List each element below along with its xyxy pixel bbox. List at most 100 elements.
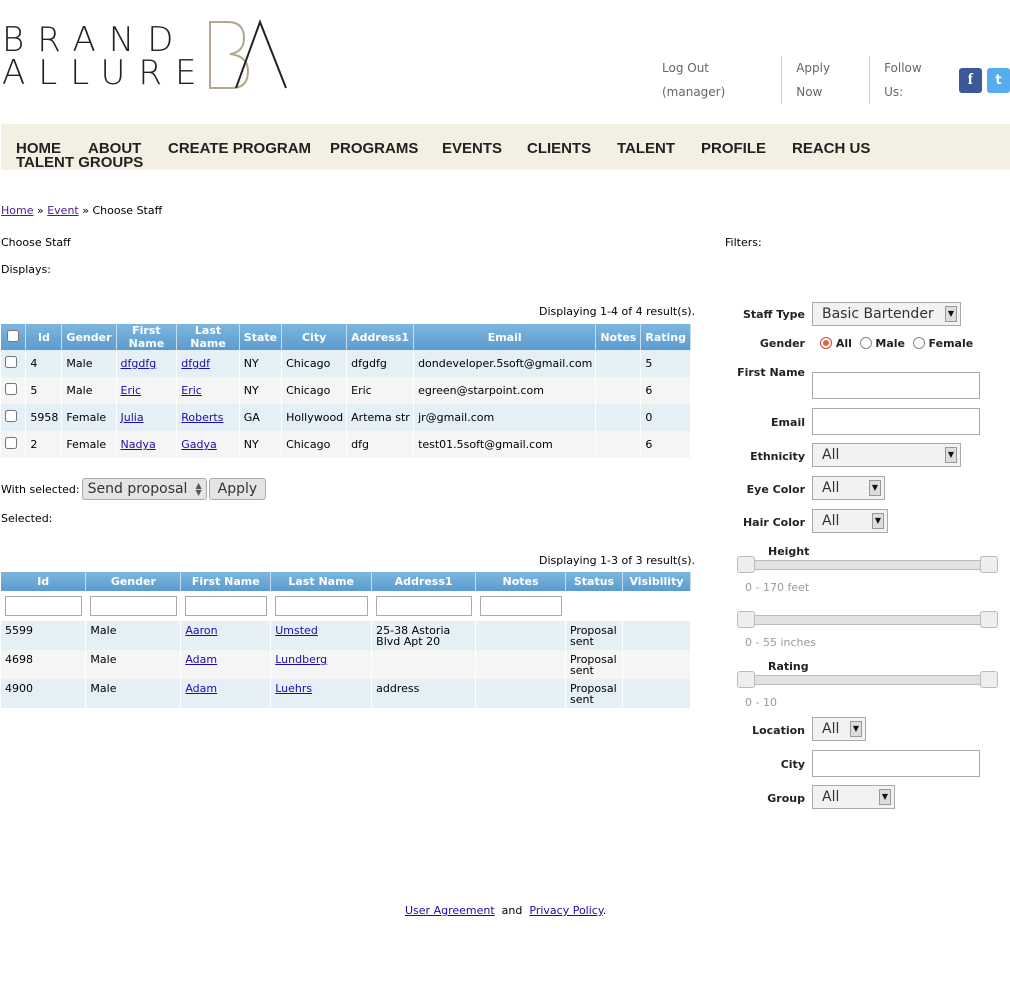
nav-talent-groups[interactable]: TALENT GROUPS — [16, 154, 143, 171]
last-name-link[interactable]: Gadya — [181, 438, 217, 451]
filter-notes-input[interactable] — [480, 596, 562, 616]
col-email[interactable]: Email — [413, 324, 597, 350]
nav-programs[interactable]: PROGRAMS — [330, 140, 418, 157]
first-name-link[interactable]: Nadya — [121, 438, 156, 451]
col-gender[interactable]: Gender — [61, 324, 117, 350]
col-notes[interactable]: Notes — [595, 324, 642, 350]
breadcrumb-home[interactable]: Home — [1, 204, 33, 217]
cell-gender: Male — [61, 350, 117, 377]
row-checkbox[interactable] — [5, 383, 17, 395]
facebook-icon[interactable]: f — [958, 67, 982, 93]
slider-handle-max[interactable] — [980, 611, 998, 628]
row-checkbox[interactable] — [5, 437, 17, 449]
bulk-action-select[interactable]: Send proposal ▲ ▼ — [81, 478, 207, 500]
last-name-link[interactable]: Luehrs — [275, 682, 312, 695]
nav-create-program[interactable]: CREATE PROGRAM — [168, 140, 311, 157]
last-name-link[interactable]: dfgdf — [181, 357, 210, 370]
hair-color-select[interactable]: All ▼ — [812, 509, 888, 533]
col-id[interactable]: Id — [25, 324, 63, 350]
last-name-link[interactable]: Lundberg — [275, 653, 327, 666]
cell-city: Chicago — [281, 350, 348, 377]
row-checkbox[interactable] — [5, 356, 17, 368]
filter-address-input[interactable] — [376, 596, 473, 616]
col-address1[interactable]: Address1 — [346, 324, 415, 350]
col-address1[interactable]: Address1 — [371, 572, 477, 591]
logout-link[interactable]: Log Out (manager) — [648, 56, 783, 104]
user-agreement-link[interactable]: User Agreement — [405, 904, 495, 917]
apply-now-link[interactable]: Apply Now — [782, 56, 871, 104]
cell-notes — [475, 621, 566, 650]
height-inches-slider[interactable] — [737, 611, 998, 628]
filter-gender-input[interactable] — [90, 596, 178, 616]
slider-handle-min[interactable] — [737, 671, 755, 688]
table-row[interactable]: 5958 Female Julia Roberts GA Hollywood A… — [1, 404, 691, 431]
privacy-policy-link[interactable]: Privacy Policy — [529, 904, 602, 917]
col-rating[interactable]: Rating — [640, 324, 691, 350]
cell-address1 — [371, 650, 477, 679]
brand-logo[interactable]: BRAND ALLURE — [2, 18, 292, 98]
col-gender[interactable]: Gender — [85, 572, 182, 591]
nav-clients[interactable]: CLIENTS — [527, 140, 591, 157]
filter-id-input[interactable] — [5, 596, 83, 616]
first-name-link[interactable]: Adam — [185, 653, 217, 666]
ethnicity-select[interactable]: All ▼ — [812, 443, 961, 467]
chevron-down-icon: ▼ — [945, 447, 957, 463]
nav-events[interactable]: EVENTS — [442, 140, 502, 157]
first-name-link[interactable]: dfgdfg — [121, 357, 157, 370]
first-name-link[interactable]: Julia — [121, 411, 144, 424]
filters-label: Filters: — [725, 236, 762, 249]
table-row[interactable]: 4 Male dfgdfg dfgdf NY Chicago dfgdfg do… — [1, 350, 691, 377]
rating-slider[interactable] — [737, 671, 998, 688]
height-feet-slider[interactable] — [737, 556, 998, 573]
city-input[interactable] — [812, 750, 980, 777]
email-input[interactable] — [812, 408, 980, 435]
col-visibility[interactable]: Visibility — [622, 572, 692, 591]
follow-us-label: Follow Us: — [884, 61, 922, 99]
last-name-link[interactable]: Umsted — [275, 624, 318, 637]
slider-handle-max[interactable] — [980, 671, 998, 688]
col-status[interactable]: Status — [565, 572, 623, 591]
col-notes[interactable]: Notes — [475, 572, 566, 591]
location-value: All — [822, 721, 840, 737]
twitter-icon[interactable]: t — [986, 67, 1010, 93]
slider-handle-min[interactable] — [737, 556, 755, 573]
filter-last-name-input[interactable] — [275, 596, 369, 616]
last-name-link[interactable]: Eric — [181, 384, 202, 397]
table-row[interactable]: 2 Female Nadya Gadya NY Chicago dfg test… — [1, 431, 691, 458]
nav-reach-us[interactable]: REACH US — [792, 140, 870, 157]
first-name-link[interactable]: Aaron — [185, 624, 217, 637]
gender-all-radio[interactable] — [820, 337, 832, 349]
col-last-name[interactable]: Last Name — [270, 572, 373, 591]
select-all-checkbox[interactable] — [7, 329, 20, 342]
nav-profile[interactable]: PROFILE — [701, 140, 766, 157]
location-select[interactable]: All ▼ — [812, 717, 866, 741]
filter-cell — [565, 591, 623, 621]
first-name-link[interactable]: Eric — [121, 384, 142, 397]
slider-handle-min[interactable] — [737, 611, 755, 628]
breadcrumb-event[interactable]: Event — [47, 204, 79, 217]
cell-first-name: Aaron — [180, 621, 272, 650]
col-last-name[interactable]: Last Name — [176, 324, 240, 350]
col-first-name[interactable]: First Name — [180, 572, 272, 591]
row-checkbox[interactable] — [5, 410, 17, 422]
last-name-link[interactable]: Roberts — [181, 411, 223, 424]
staff-type-select[interactable]: Basic Bartender ▼ — [812, 302, 961, 326]
group-select[interactable]: All ▼ — [812, 785, 895, 809]
apply-button[interactable]: Apply — [208, 478, 267, 500]
col-city[interactable]: City — [281, 324, 348, 350]
nav-talent[interactable]: TALENT — [617, 140, 675, 157]
filter-first-name-input[interactable] — [185, 596, 268, 616]
col-first-name[interactable]: First Name — [116, 324, 178, 350]
table-row[interactable]: 5 Male Eric Eric NY Chicago Eric egreen@… — [1, 377, 691, 404]
table-row[interactable]: 5599 Male Aaron Umsted 25-38 Astoria Blv… — [1, 621, 692, 650]
gender-female-radio[interactable] — [912, 337, 925, 349]
gender-male-radio[interactable] — [859, 337, 872, 349]
table-row[interactable]: 4698 Male Adam Lundberg Proposal sent — [1, 650, 692, 679]
col-state[interactable]: State — [239, 324, 283, 350]
table-row[interactable]: 4900 Male Adam Luehrs address Proposal s… — [1, 679, 692, 708]
first-name-input[interactable] — [812, 372, 980, 399]
col-id[interactable]: Id — [1, 572, 87, 591]
slider-handle-max[interactable] — [980, 556, 998, 573]
eye-color-select[interactable]: All ▼ — [812, 476, 885, 500]
first-name-link[interactable]: Adam — [185, 682, 217, 695]
